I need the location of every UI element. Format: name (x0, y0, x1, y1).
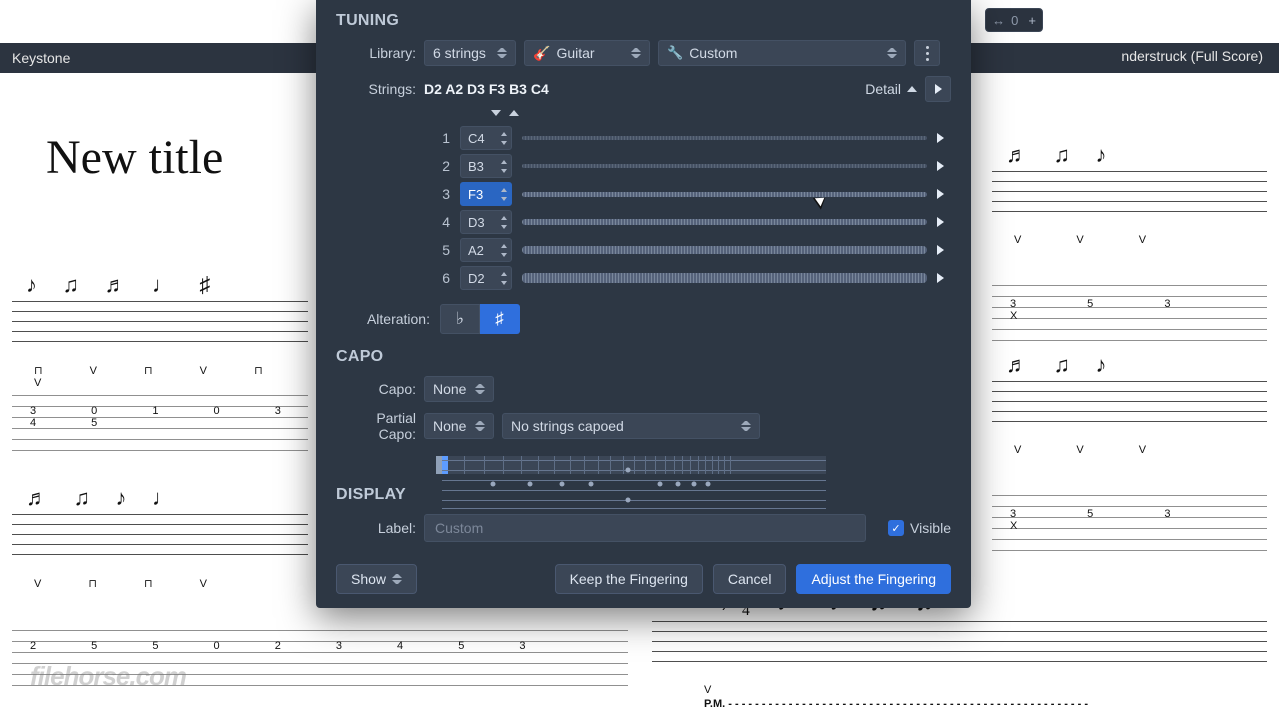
string-2-note-input[interactable]: B3 (460, 154, 512, 178)
cancel-button[interactable]: Cancel (713, 564, 787, 594)
partial-capo-select[interactable]: None (424, 413, 494, 439)
string-4-note-input[interactable]: D3 (460, 210, 512, 234)
document-tab-right[interactable]: nderstruck (Full Score) (1121, 48, 1263, 64)
staff-segment: ♬ ♫ ♪ V V V (980, 155, 1279, 246)
play-string-button[interactable] (937, 133, 951, 143)
chevron-updown-icon (887, 46, 897, 60)
strings-label: Strings: (336, 81, 416, 97)
play-string-button[interactable] (937, 217, 951, 227)
play-string-button[interactable] (937, 189, 951, 199)
string-gauge (522, 136, 927, 140)
document-tab-left[interactable]: Keystone (12, 50, 70, 66)
string-3-note-input[interactable]: F3 (460, 182, 512, 206)
guitar-icon: 🎸 (533, 45, 550, 62)
watermark: filehorse.com (30, 661, 186, 692)
fretboard-diagram[interactable] (436, 456, 826, 474)
string-row: 5 A2 (436, 236, 951, 264)
play-string-button[interactable] (937, 245, 951, 255)
tab-segment: 3 5 3 X (980, 495, 1279, 532)
capo-heading: CAPO (336, 348, 951, 366)
detail-toggle[interactable]: Detail (865, 81, 917, 97)
tab-segment: 3 0 1 0 3 4 5 (0, 395, 320, 429)
chevron-updown-icon (475, 382, 485, 396)
string-6-note-input[interactable]: D2 (460, 266, 512, 290)
keep-fingering-button[interactable]: Keep the Fingering (555, 564, 703, 594)
show-menu-button[interactable]: Show (336, 564, 417, 594)
string-1-note-input[interactable]: C4 (460, 126, 512, 150)
chevron-updown-icon (475, 419, 485, 433)
partial-capo-strings-select[interactable]: No strings capoed (502, 413, 760, 439)
adjust-fingering-button[interactable]: Adjust the Fingering (796, 564, 951, 594)
string-gauge (522, 164, 927, 168)
collapse-up-button[interactable] (506, 106, 522, 120)
staff-segment: ♬ ♫ ♪ ♩ V ⊓ ⊓ V (0, 498, 320, 590)
note-down-button[interactable] (499, 194, 509, 203)
chevron-updown-icon (497, 46, 507, 60)
chevron-updown-icon (392, 572, 402, 586)
staff-segment: 𝄢 ³⁄₄ ♩ ♪ ♫ ♬ V P.M. - - - - - - - - - -… (640, 600, 1279, 710)
string-gauge (522, 273, 927, 283)
string-row: 1 C4 (436, 124, 951, 152)
string-row: 4 D3 (436, 208, 951, 236)
note-down-button[interactable] (499, 278, 509, 287)
note-up-button[interactable] (499, 241, 509, 250)
library-label: Library: (336, 45, 416, 61)
tab-segment: 3 5 3 X (980, 285, 1279, 322)
staff-segment: ♬ ♫ ♪ V V V (980, 365, 1279, 456)
staff-segment: ♪ ♫ ♬ ♩ ♯ ⊓ V ⊓ V ⊓ V (0, 285, 320, 389)
visible-label: Visible (910, 520, 951, 536)
string-5-note-input[interactable]: A2 (460, 238, 512, 262)
alteration-toggle: ♭ ♯ (440, 304, 520, 334)
tuning-dialog: TUNING Library: 6 strings 🎸 Guitar 🔧 Cus… (316, 0, 971, 608)
note-up-button[interactable] (499, 157, 509, 166)
zoom-chip[interactable]: ↔0+ (985, 8, 1043, 32)
note-down-button[interactable] (499, 250, 509, 259)
library-preset-select[interactable]: 🔧 Custom (658, 40, 906, 66)
capo-label: Capo: (336, 381, 416, 397)
string-gauge (522, 219, 927, 225)
play-all-button[interactable] (925, 76, 951, 102)
triangle-up-icon (907, 86, 917, 92)
display-label-label: Label: (336, 520, 416, 536)
string-gauge (522, 246, 927, 254)
note-down-button[interactable] (499, 166, 509, 175)
capo-select[interactable]: None (424, 376, 494, 402)
note-up-button[interactable] (499, 269, 509, 278)
wrench-icon: 🔧 (667, 45, 683, 61)
play-string-button[interactable] (937, 161, 951, 171)
play-string-button[interactable] (937, 273, 951, 283)
note-up-button[interactable] (499, 185, 509, 194)
display-label-input[interactable]: Custom (424, 514, 866, 542)
play-icon (935, 84, 942, 94)
note-down-button[interactable] (499, 138, 509, 147)
string-row: 2 B3 (436, 152, 951, 180)
alteration-flat-button[interactable]: ♭ (440, 304, 480, 334)
string-row: 3 F3 (436, 180, 951, 208)
collapse-down-button[interactable] (488, 106, 504, 120)
partial-capo-label: Partial Capo: (336, 410, 416, 442)
display-heading: DISPLAY (336, 486, 951, 504)
visible-checkbox[interactable]: ✓ (888, 520, 904, 536)
alteration-label: Alteration: (336, 311, 430, 327)
library-more-button[interactable] (914, 40, 940, 66)
library-strings-select[interactable]: 6 strings (424, 40, 516, 66)
string-gauge (522, 192, 927, 197)
note-up-button[interactable] (499, 129, 509, 138)
note-up-button[interactable] (499, 213, 509, 222)
library-instrument-select[interactable]: 🎸 Guitar (524, 40, 650, 66)
tab-segment: 2 5 5 0 2 3 4 5 3 (0, 630, 640, 652)
string-row: 6 D2 (436, 264, 951, 292)
note-down-button[interactable] (499, 222, 509, 231)
chevron-updown-icon (741, 419, 751, 433)
alteration-sharp-button[interactable]: ♯ (480, 304, 520, 334)
chevron-updown-icon (631, 46, 641, 60)
page-title: New title (46, 130, 223, 185)
strings-summary: D2 A2 D3 F3 B3 C4 (424, 81, 549, 97)
tuning-heading: TUNING (336, 12, 951, 30)
more-vertical-icon (926, 46, 929, 61)
